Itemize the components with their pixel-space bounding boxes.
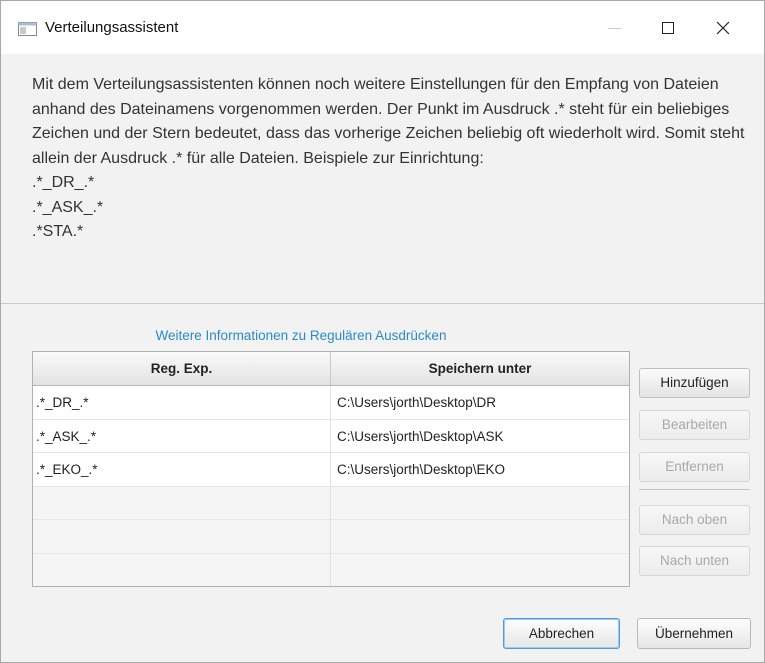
regex-cell: .*_EKO_.* (33, 453, 331, 486)
regex-info-link[interactable]: Weitere Informationen zu Regulären Ausdr… (1, 328, 601, 343)
column-header-save-path[interactable]: Speichern unter (331, 352, 629, 385)
table-header: Reg. Exp. Speichern unter (33, 352, 629, 386)
close-button[interactable] (700, 9, 746, 47)
minimize-button[interactable] (591, 9, 637, 47)
save-path-cell: C:\Users\jorth\Desktop\ASK (337, 428, 504, 444)
rules-table: Reg. Exp. Speichern unter .*_DR_.* C:\Us… (32, 351, 630, 587)
column-header-regex[interactable]: Reg. Exp. (33, 352, 331, 385)
empty-table-row (33, 486, 629, 520)
minimize-icon (607, 27, 621, 29)
add-button[interactable]: Hinzufügen (639, 368, 750, 398)
example-3: .*STA.* (32, 223, 84, 240)
button-separator (639, 489, 750, 490)
empty-cell (33, 553, 331, 586)
intro-text: Mit dem Verteilungsassistenten können no… (32, 76, 745, 167)
regex-cell: .*_DR_.* (33, 386, 331, 419)
intro-description: Mit dem Verteilungsassistenten können no… (32, 73, 747, 245)
title-bar[interactable]: Verteilungsassistent (1, 1, 764, 54)
save-path-cell: C:\Users\jorth\Desktop\DR (337, 395, 497, 410)
regex-cell: .*_ASK_.* (33, 419, 331, 453)
move-up-button[interactable]: Nach oben (639, 505, 750, 535)
table-row[interactable]: .*_DR_.* C:\Users\jorth\Desktop\DR (33, 386, 629, 420)
cancel-button[interactable]: Abbrechen (503, 618, 620, 649)
empty-cell (331, 487, 629, 520)
close-icon (716, 21, 730, 35)
apply-button[interactable]: Übernehmen (637, 618, 751, 649)
empty-table-row (33, 553, 629, 587)
maximize-icon (662, 22, 674, 34)
table-row[interactable]: .*_ASK_.* C:\Users\jorth\Desktop\ASK (33, 419, 629, 453)
empty-cell (33, 520, 331, 553)
section-divider (1, 303, 764, 304)
window-title: Verteilungsassistent (45, 19, 179, 36)
empty-table-row (33, 520, 629, 554)
edit-button[interactable]: Bearbeiten (639, 410, 750, 440)
save-path-cell: C:\Users\jorth\Desktop\EKO (337, 462, 506, 477)
remove-button[interactable]: Entfernen (639, 452, 750, 482)
dialog-window: Verteilungsassistent Mit dem Verteilungs… (0, 0, 765, 663)
example-2: .*_ASK_.* (32, 198, 104, 216)
empty-cell (331, 554, 629, 587)
move-down-button[interactable]: Nach unten (639, 546, 750, 576)
empty-cell (33, 486, 331, 520)
table-row[interactable]: .*_EKO_.* C:\Users\jorth\Desktop\EKO (33, 453, 629, 487)
app-window-icon (18, 22, 37, 36)
maximize-button[interactable] (645, 9, 691, 47)
example-1: .*_DR_.* (32, 174, 95, 191)
empty-cell (331, 520, 629, 553)
